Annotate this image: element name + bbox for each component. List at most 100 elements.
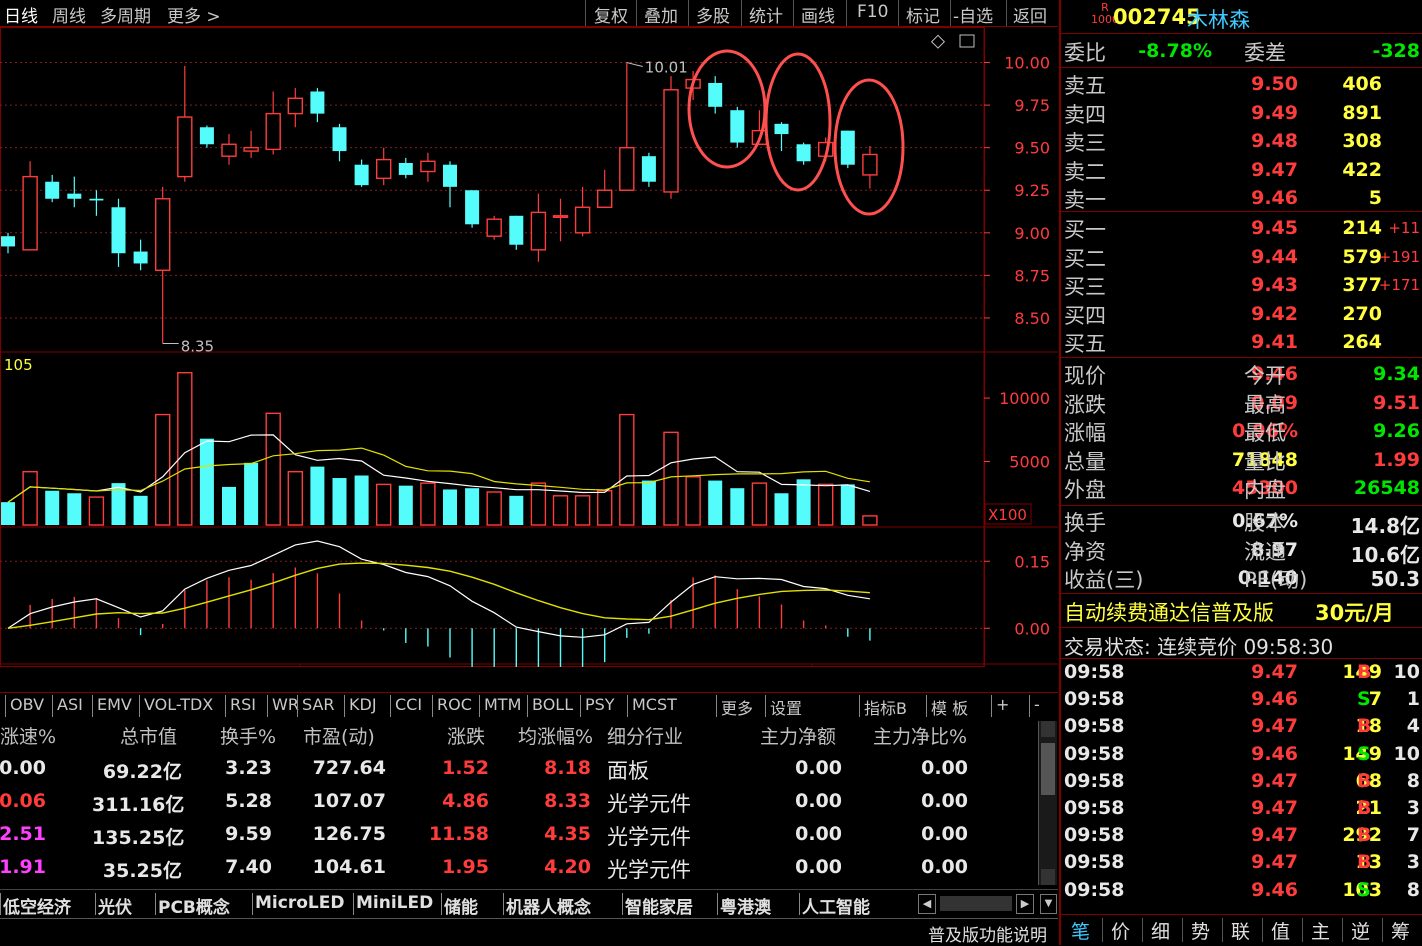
high-pointer bbox=[626, 62, 643, 68]
watchlist-button[interactable]: -自选 bbox=[953, 2, 993, 27]
indicator-tab-18[interactable]: + bbox=[996, 695, 1009, 714]
f10-button[interactable]: F10 bbox=[857, 2, 888, 22]
indicator-tab-mcst[interactable]: MCST bbox=[632, 695, 677, 714]
col-pe[interactable]: 市盈(动) bbox=[303, 722, 375, 749]
indicator-tab-roc[interactable]: ROC bbox=[437, 695, 472, 714]
sector-tab[interactable]: PCB概念 bbox=[158, 893, 230, 918]
tab-daily[interactable]: 日线 bbox=[4, 2, 38, 27]
weicha-label: 委差 bbox=[1244, 41, 1286, 65]
candle-body bbox=[641, 156, 656, 182]
indicator-tab-cci[interactable]: CCI bbox=[395, 695, 422, 714]
sector-tab[interactable]: 粤港澳 bbox=[720, 893, 771, 918]
stats-button[interactable]: 统计 bbox=[749, 2, 783, 27]
detail-tab[interactable]: 细 bbox=[1151, 917, 1170, 944]
sector-scrollbar[interactable]: ◀ ▶ bbox=[918, 894, 1038, 914]
restore-rights-button[interactable]: 复权 bbox=[594, 2, 628, 27]
scroll-thumb[interactable] bbox=[940, 896, 1012, 911]
table-cell: 11.58 bbox=[428, 823, 489, 845]
tab-multi-period[interactable]: 多周期 bbox=[100, 2, 151, 27]
indicator-tab-14[interactable]: 更多 bbox=[721, 695, 753, 719]
indicator-tab-kdj[interactable]: KDJ bbox=[349, 695, 377, 714]
candle-body bbox=[708, 82, 723, 107]
indicator-tab-19[interactable]: - bbox=[1034, 695, 1040, 714]
indicator-tab-boll[interactable]: BOLL bbox=[532, 695, 573, 714]
candle-body bbox=[663, 89, 679, 193]
col-market-cap[interactable]: 总市值 bbox=[120, 722, 177, 749]
col-change[interactable]: 涨跌 bbox=[447, 722, 485, 749]
back-button[interactable]: 返回 bbox=[1013, 2, 1047, 27]
scroll-thumb[interactable] bbox=[1041, 743, 1055, 795]
sector-tab[interactable]: 低空经济 bbox=[3, 893, 71, 918]
detail-tab[interactable]: 笔 bbox=[1071, 917, 1090, 944]
scroll-right-icon[interactable]: ▶ bbox=[1016, 894, 1034, 914]
col-main-ratio[interactable]: 主力净比% bbox=[873, 722, 967, 749]
indicator-tab-rsi[interactable]: RSI bbox=[230, 695, 256, 714]
indicator-tab-mtm[interactable]: MTM bbox=[484, 695, 521, 714]
sector-tab[interactable]: 人工智能 bbox=[802, 893, 870, 918]
tick-price: 9.46 bbox=[1251, 742, 1298, 765]
sector-tab[interactable]: 智能家居 bbox=[625, 893, 693, 918]
dropdown-icon[interactable]: ▼ bbox=[1040, 894, 1057, 914]
promo-text[interactable]: 自动续费通达信普及版 bbox=[1064, 597, 1274, 627]
detail-tab[interactable]: 主 bbox=[1311, 917, 1330, 944]
col-main-net[interactable]: 主力净额 bbox=[760, 722, 836, 749]
indicator-tab-sar[interactable]: SAR bbox=[302, 695, 335, 714]
level-label: 买一 bbox=[1064, 218, 1106, 242]
price-axis-label: 9.75 bbox=[1014, 96, 1050, 115]
detail-tab[interactable]: 筹 bbox=[1391, 917, 1410, 944]
detail-tab[interactable]: 联 bbox=[1231, 917, 1250, 944]
sector-tab[interactable]: 光伏 bbox=[98, 893, 132, 918]
mark-button[interactable]: 标记 bbox=[906, 2, 940, 27]
overlay-button[interactable]: 叠加 bbox=[644, 2, 678, 27]
sector-tab[interactable]: 储能 bbox=[444, 893, 478, 918]
volume-bar bbox=[244, 462, 259, 525]
level-price: 9.47 bbox=[1251, 158, 1298, 181]
sector-tab[interactable]: MiniLED bbox=[356, 893, 433, 913]
sector-tab[interactable]: MicroLED bbox=[255, 893, 344, 913]
indicator-tab-obv[interactable]: OBV bbox=[10, 695, 44, 714]
indicator-tab-17[interactable]: 模 板 bbox=[931, 695, 968, 719]
scroll-left-icon[interactable]: ◀ bbox=[918, 894, 936, 914]
candle-body bbox=[486, 218, 502, 237]
promo-banner[interactable]: 自动续费通达信普及版 30元/月 bbox=[1061, 594, 1422, 626]
level-volume: 270 bbox=[1342, 302, 1382, 325]
kline-chart[interactable]: 10.00 9.75 9.50 9.25 9.00 8.75 8.50 10000 5000 10… bbox=[0, 27, 1058, 667]
detail-tab[interactable]: 值 bbox=[1271, 917, 1290, 944]
scroll-up-icon[interactable] bbox=[1041, 721, 1055, 737]
promo-price[interactable]: 30元/月 bbox=[1315, 597, 1394, 627]
tick-time: 09:58 bbox=[1064, 661, 1125, 683]
indicator-tab-wr[interactable]: WR bbox=[272, 695, 299, 714]
indicator-tab-voltdx[interactable]: VOL-TDX bbox=[144, 695, 213, 714]
table-cell: 107.07 bbox=[312, 790, 386, 812]
tab-weekly[interactable]: 周线 bbox=[52, 2, 86, 27]
detail-tab[interactable]: 价 bbox=[1111, 917, 1130, 944]
indicator-tab-b[interactable]: 指标B bbox=[864, 695, 907, 719]
col-avg-change[interactable]: 均涨幅% bbox=[518, 722, 593, 749]
table-cell: 104.61 bbox=[312, 856, 386, 878]
indicator-tab-15[interactable]: 设置 bbox=[770, 695, 802, 719]
detail-tab[interactable]: 逆 bbox=[1351, 917, 1370, 944]
indicator-tab-emv[interactable]: EMV bbox=[97, 695, 132, 714]
volume-bar bbox=[398, 485, 413, 525]
scroll-down-icon[interactable] bbox=[1041, 869, 1055, 885]
stat-label: 涨跌 bbox=[1064, 392, 1106, 417]
help-link[interactable]: 普及版功能说明 bbox=[928, 921, 1047, 946]
col-industry[interactable]: 细分行业 bbox=[607, 722, 683, 749]
multi-stock-button[interactable]: 多股 bbox=[696, 2, 730, 27]
indicator-tab-asi[interactable]: ASI bbox=[57, 695, 83, 714]
stock-name[interactable]: 木林森 bbox=[1187, 4, 1250, 34]
indicator-tabs: OBV ASI EMV VOL-TDX RSI WR SAR KDJ CCI ROC MTM BOLL… bbox=[0, 692, 1058, 719]
indicator-tab-psy[interactable]: PSY bbox=[585, 695, 615, 714]
sector-tab[interactable]: 机器人概念 bbox=[506, 893, 591, 918]
col-turnover[interactable]: 换手% bbox=[220, 722, 276, 749]
table-cell: 光学元件 bbox=[607, 825, 691, 849]
tick-count: 10 bbox=[1393, 661, 1420, 683]
detail-tab[interactable]: 势 bbox=[1191, 917, 1210, 944]
table-scrollbar[interactable] bbox=[1038, 721, 1057, 885]
col-speed[interactable]: 涨速% bbox=[0, 722, 56, 749]
draw-line-button[interactable]: 画线 bbox=[801, 2, 835, 27]
price-axis-label: 9.50 bbox=[1014, 139, 1050, 158]
volume-bar bbox=[486, 491, 502, 526]
table-cell: 4.86 bbox=[442, 790, 489, 812]
tab-more[interactable]: 更多 > bbox=[167, 2, 221, 27]
